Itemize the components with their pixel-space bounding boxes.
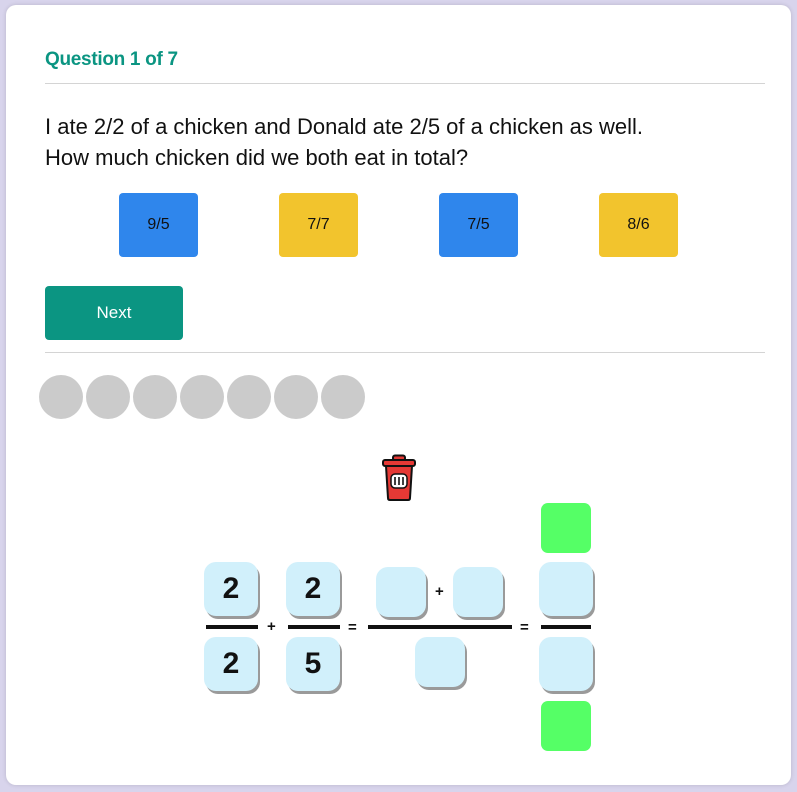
- sum-denominator-slot[interactable]: [415, 637, 465, 687]
- progress-dot: [180, 375, 224, 419]
- sum-numerator-slot-2[interactable]: [453, 567, 503, 617]
- fraction1-numerator-tile[interactable]: 2: [204, 562, 258, 616]
- progress-dot: [227, 375, 271, 419]
- result-numerator-slot[interactable]: [539, 562, 593, 616]
- fraction1-denominator-tile[interactable]: 2: [204, 637, 258, 691]
- divider-bottom: [45, 352, 765, 353]
- equals-operator: =: [348, 619, 357, 636]
- choice-button-4[interactable]: 8/6: [599, 193, 678, 257]
- quiz-card: Question 1 of 7 I ate 2/2 of a chicken a…: [6, 5, 791, 785]
- fraction2-bar: [288, 625, 340, 629]
- progress-dot: [321, 375, 365, 419]
- fraction2-numerator-tile[interactable]: 2: [286, 562, 340, 616]
- divider-top: [45, 83, 765, 84]
- progress-dot: [39, 375, 83, 419]
- result-denominator-slot[interactable]: [539, 637, 593, 691]
- progress-dot: [274, 375, 318, 419]
- result-numerator-stepper[interactable]: [541, 503, 591, 553]
- plus-operator: +: [267, 618, 276, 635]
- equals-operator-2: =: [520, 619, 529, 636]
- result-fraction-bar: [541, 625, 591, 629]
- prompt-line-1: I ate 2/2 of a chicken and Donald ate 2/…: [45, 114, 644, 139]
- next-button[interactable]: Next: [45, 286, 183, 340]
- choice-button-3[interactable]: 7/5: [439, 193, 518, 257]
- sum-fraction-bar: [368, 625, 512, 629]
- fraction1-bar: [206, 625, 258, 629]
- question-prompt: I ate 2/2 of a chicken and Donald ate 2/…: [45, 111, 765, 173]
- choice-button-1[interactable]: 9/5: [119, 193, 198, 257]
- result-denominator-stepper[interactable]: [541, 701, 591, 751]
- trash-icon[interactable]: [380, 454, 418, 502]
- prompt-line-2: How much chicken did we both eat in tota…: [45, 145, 469, 170]
- sum-plus-operator: +: [435, 583, 444, 600]
- progress-dot: [86, 375, 130, 419]
- progress-dot: [133, 375, 177, 419]
- choice-button-2[interactable]: 7/7: [279, 193, 358, 257]
- sum-numerator-slot-1[interactable]: [376, 567, 426, 617]
- fraction2-denominator-tile[interactable]: 5: [286, 637, 340, 691]
- question-counter: Question 1 of 7: [45, 49, 178, 70]
